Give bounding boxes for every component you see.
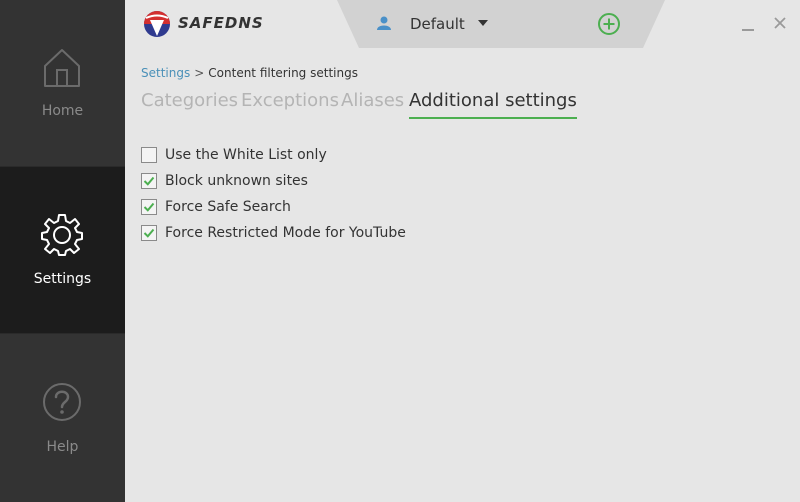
tab-categories[interactable]: Categories [141,90,238,117]
minimize-button[interactable] [738,12,758,34]
breadcrumb-current: Content filtering settings [208,66,358,80]
sidebar-item-label: Settings [33,271,92,287]
tab-aliases[interactable]: Aliases [341,90,404,117]
home-icon [44,49,80,87]
sidebar-item-label: Home [41,103,84,119]
checkbox[interactable] [141,173,157,189]
checkbox[interactable] [141,147,157,163]
profile-selector[interactable]: Default [410,15,465,33]
checkmark-icon [143,202,155,212]
breadcrumb-settings-link[interactable]: Settings [141,66,190,80]
checkbox[interactable] [141,199,157,215]
chevron-down-icon[interactable] [478,20,488,26]
breadcrumb-separator: > [194,66,205,80]
checkmark-icon [143,176,155,186]
sidebar-item-label: Help [46,439,79,455]
logo-icon [144,11,170,37]
option-label: Use the White List only [165,147,327,163]
close-button[interactable] [770,12,790,34]
sidebar-item-home[interactable]: Home [0,0,125,166]
option-label: Force Restricted Mode for YouTube [165,225,406,241]
sidebar-item-help[interactable]: Help [0,334,125,502]
gear-icon [41,214,83,256]
checkbox[interactable] [141,225,157,241]
tab-additional-settings[interactable]: Additional settings [409,90,577,119]
app-logo: SAFEDNS [142,9,272,39]
checkmark-icon [143,228,155,238]
sidebar: Home Settings Help [0,0,125,502]
breadcrumb: Settings > Content filtering settings [141,66,358,80]
option-label: Block unknown sites [165,173,308,189]
logo-text: SAFEDNS [178,14,264,32]
add-profile-icon[interactable] [597,12,621,36]
user-icon [377,16,391,30]
help-icon [43,383,81,421]
tab-exceptions[interactable]: Exceptions [241,90,339,117]
sidebar-item-settings[interactable]: Settings [0,167,125,333]
option-label: Force Safe Search [165,199,291,215]
